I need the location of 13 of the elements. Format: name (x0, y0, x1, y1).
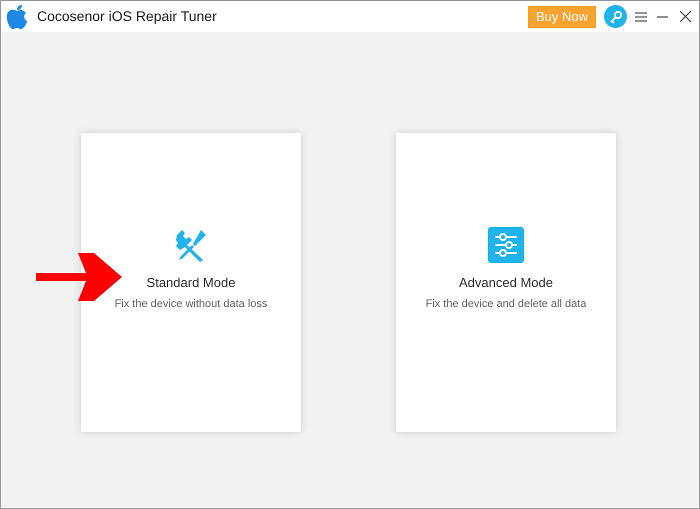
menu-icon[interactable] (635, 12, 647, 22)
mode-title: Advanced Mode (459, 274, 553, 292)
sliders-icon (488, 227, 524, 263)
close-icon[interactable] (680, 11, 691, 22)
mode-description: Fix the device and delete all data (426, 296, 586, 312)
apple-logo-icon (6, 4, 28, 30)
mode-card[interactable]: Standard Mode Fix the device without data loss (81, 133, 301, 432)
window-title: Cocosenor iOS Repair Tuner (37, 7, 217, 26)
wrench-screwdriver-icon (173, 227, 209, 263)
mode-card[interactable]: Advanced Mode Fix the device and delete all data (396, 133, 616, 432)
mode-description: Fix the device without data loss (114, 296, 268, 312)
minimize-icon[interactable] (657, 16, 668, 18)
mode-title: Standard Mode (146, 274, 236, 292)
